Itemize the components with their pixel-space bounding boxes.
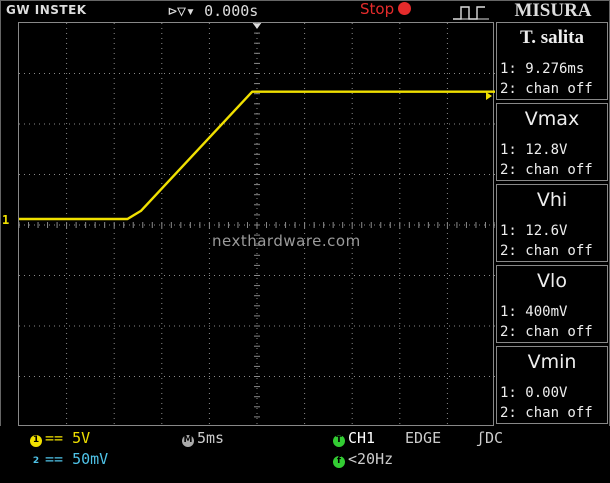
measure-box-vmax[interactable]: Vmax 1: 12.8V 2: chan off — [496, 103, 608, 181]
watermark: nexthardware.com — [212, 232, 361, 250]
graticule — [19, 23, 495, 427]
ch2-scale-value: == 50mV — [45, 450, 109, 468]
timebase-badge-icon: M — [182, 435, 194, 447]
trigger-source-value: CH1 — [348, 429, 376, 447]
measure-ch2-value: 2: chan off — [500, 162, 593, 178]
measure-title: T. salita — [519, 27, 585, 48]
trigger-frequency: f <20Hz — [333, 450, 393, 468]
frequency-badge-icon: f — [333, 456, 345, 468]
ch1-ground-marker: 1 — [2, 213, 10, 227]
measure-box-vmin[interactable]: Vmin 1: 0.00V 2: chan off — [496, 346, 608, 424]
brand-logo: GW INSTEK — [6, 3, 87, 17]
ch2-scale[interactable]: 2 == 50mV — [30, 450, 108, 468]
run-stop-status[interactable]: Stop — [360, 0, 412, 18]
ch1-scale[interactable]: 1 == 5V — [30, 429, 90, 447]
trigger-frequency-value: <20Hz — [348, 450, 394, 468]
ch1-scale-value: == 5V — [45, 429, 91, 447]
measure-ch1-value: 1: 12.6V — [500, 223, 568, 239]
measure-ch2-value: 2: chan off — [500, 324, 593, 340]
measure-box-rise-time[interactable]: T. salita 1: 9.276ms 2: chan off — [496, 22, 608, 100]
measure-title: Vlo — [537, 270, 567, 292]
measurement-panel: T. salita 1: 9.276ms 2: chan off Vmax 1:… — [496, 22, 610, 426]
run-stop-label: Stop — [360, 0, 395, 18]
rising-edge-trigger-icon — [453, 6, 489, 20]
measure-title: Vhi — [536, 189, 568, 211]
ch2-badge-icon: 2 — [32, 456, 40, 466]
trigger-source[interactable]: T CH1 — [333, 429, 375, 447]
waveform-display — [18, 22, 495, 427]
trigger-coupling[interactable]: ʃDC — [476, 429, 503, 447]
top-bar: GW INSTEK ⊳▽▾ 0.000s Stop MISURA — [0, 0, 610, 22]
measure-ch1-value: 1: 400mV — [500, 304, 568, 320]
timebase[interactable]: M 5ms — [182, 429, 224, 447]
trigger-badge-icon: T — [333, 435, 345, 447]
measure-ch1-value: 1: 9.276ms — [500, 61, 585, 77]
measure-ch2-value: 2: chan off — [500, 81, 593, 97]
trigger-type[interactable]: EDGE — [405, 429, 441, 447]
menu-title: MISURA — [514, 0, 592, 21]
ch1-waveform-trace — [19, 90, 495, 221]
measure-ch1-value: 1: 0.00V — [500, 385, 568, 401]
ch1-badge-icon: 1 — [30, 435, 42, 447]
timebase-value: 5ms — [197, 429, 225, 447]
trigger-position-readout: ⊳▽▾ 0.000s — [168, 2, 259, 20]
trigger-level-marker — [486, 92, 492, 100]
status-bar: 1 == 5V 2 == 50mV M 5ms T CH1 EDGE ʃDC f <20H… — [0, 426, 610, 483]
measure-title: Vmax — [524, 108, 580, 130]
measure-ch2-value: 2: chan off — [500, 405, 593, 421]
measure-box-vlo[interactable]: Vlo 1: 400mV 2: chan off — [496, 265, 608, 343]
stop-indicator-icon — [398, 2, 412, 15]
measure-box-vhi[interactable]: Vhi 1: 12.6V 2: chan off — [496, 184, 608, 262]
measure-title: Vmin — [527, 351, 577, 373]
measure-ch2-value: 2: chan off — [500, 243, 593, 259]
measure-ch1-value: 1: 12.8V — [500, 142, 568, 158]
